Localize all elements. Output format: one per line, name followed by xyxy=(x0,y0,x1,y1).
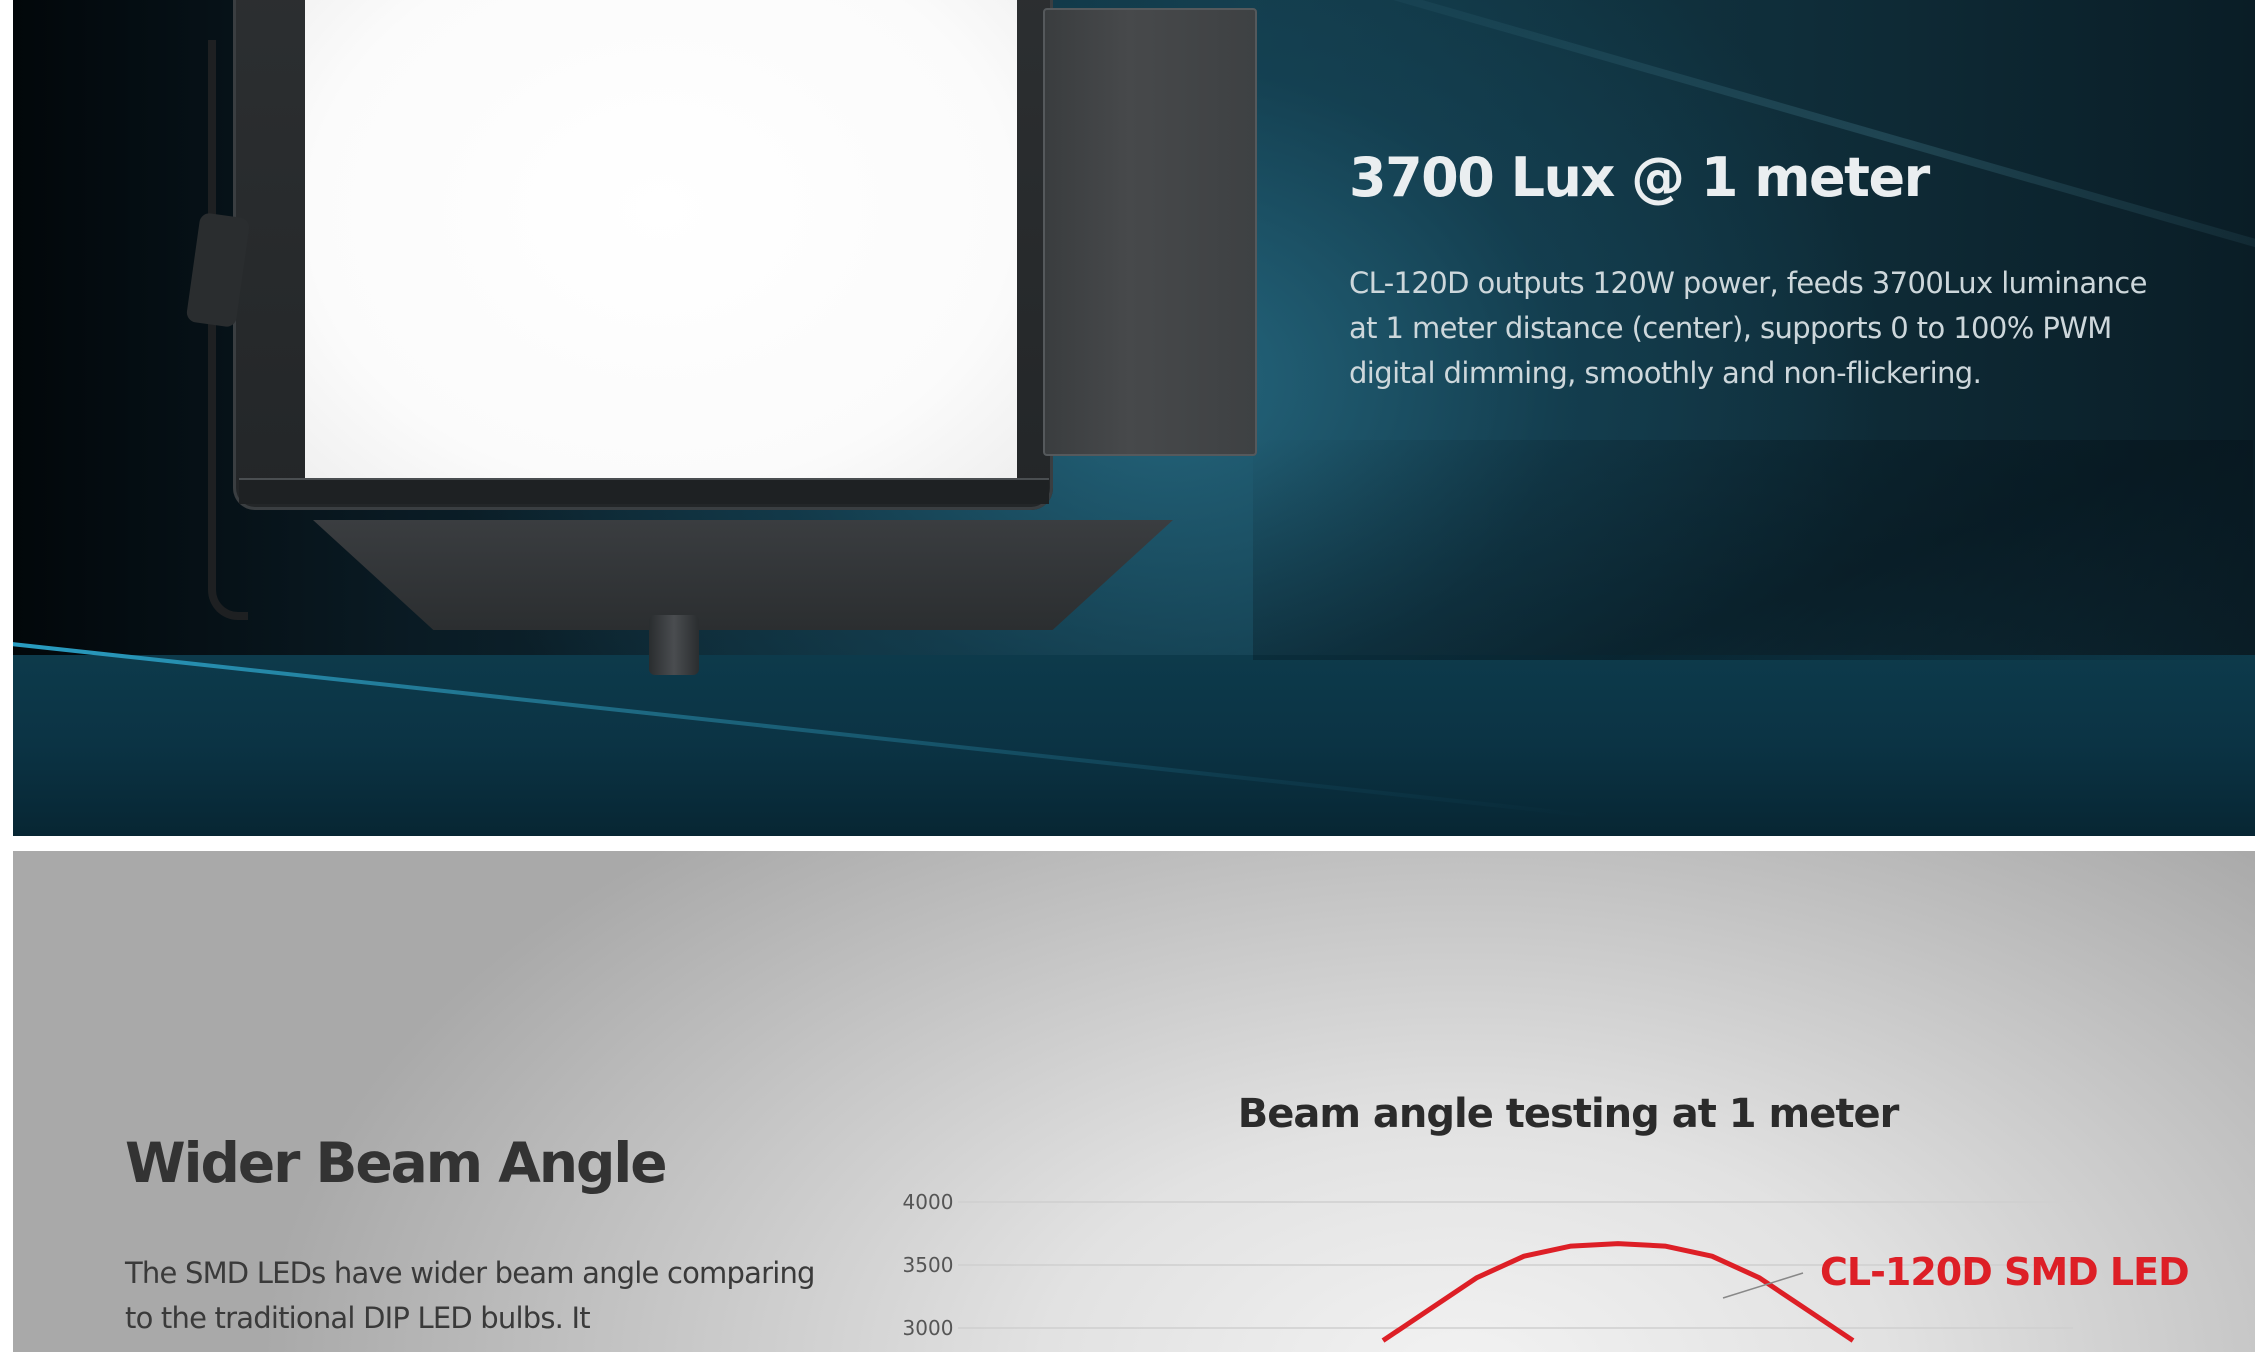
chart-title: Beam angle testing at 1 meter xyxy=(1238,1091,1900,1137)
beam-angle-text-block: Wider Beam Angle The SMD LEDs have wider… xyxy=(125,1131,825,1341)
hero-description: CL-120D outputs 120W power, feeds 3700Lu… xyxy=(1349,266,2147,390)
panel-light-surface xyxy=(305,0,1017,492)
section-description: The SMD LEDs have wider beam angle compa… xyxy=(125,1256,815,1335)
annotation-leader xyxy=(1722,1272,1804,1299)
hero-title: 3700 Lux @ 1 meter xyxy=(1349,146,1930,209)
backdrop-shade xyxy=(1253,440,2253,660)
barn-door-right xyxy=(1043,8,1257,456)
beam-angle-chart: Beam angle testing at 1 meter 4000 3500 300… xyxy=(853,1091,2233,1352)
barn-door-bottom xyxy=(313,520,1173,630)
y-tick-label: 4000 xyxy=(903,1190,954,1214)
hero-text-block: 3700 Lux @ 1 meter CL-120D outputs 120W … xyxy=(1349,146,2179,396)
series-line xyxy=(1381,1241,1855,1343)
hero-banner: 3700 Lux @ 1 meter CL-120D outputs 120W … xyxy=(13,0,2255,836)
y-tick-label: 3500 xyxy=(903,1253,954,1277)
series-annotation: CL-120D SMD LED xyxy=(1820,1250,2189,1294)
beam-angle-section: Wider Beam Angle The SMD LEDs have wider… xyxy=(13,851,2255,1352)
beam-angle-chart-svg: Beam angle testing at 1 meter 4000 3500 300… xyxy=(903,1091,2190,1343)
panel-frame-bottom xyxy=(239,478,1049,504)
section-title: Wider Beam Angle xyxy=(125,1131,668,1195)
stand-mount xyxy=(649,615,699,675)
y-tick-label: 3000 xyxy=(903,1316,954,1340)
